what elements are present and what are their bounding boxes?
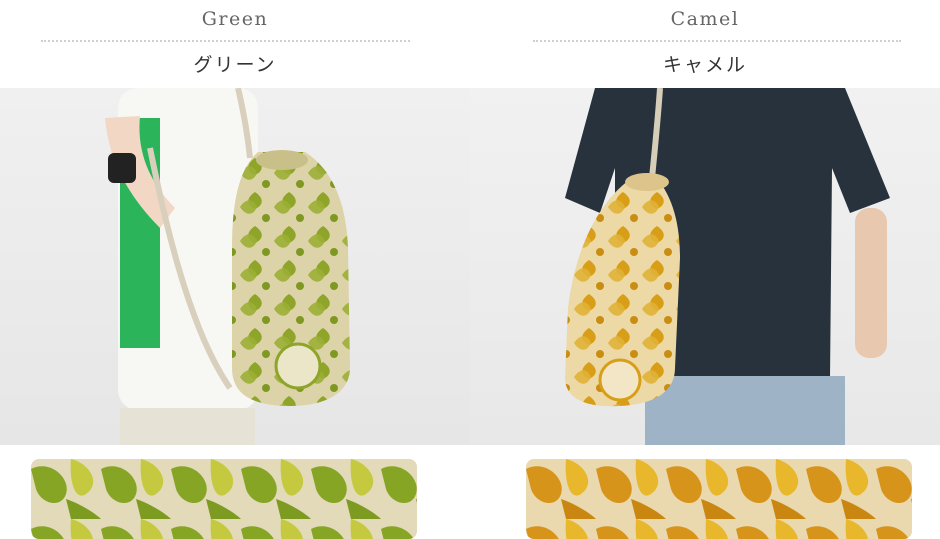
fabric-closeup-camel[interactable] [526, 459, 912, 539]
variant-green: Green グリーン [0, 0, 470, 539]
fabric-closeup-green[interactable] [31, 459, 417, 539]
dotted-divider [41, 40, 410, 42]
variant-name-en: Green [201, 8, 269, 30]
damask-pattern-camel [526, 459, 912, 539]
variant-camel: Camel キャメル [470, 0, 940, 539]
product-photo-green[interactable] [0, 88, 470, 445]
model-with-bag-illustration [565, 88, 890, 445]
variant-name-jp: グリーン [193, 54, 277, 76]
variant-name-en: Camel [670, 8, 740, 30]
product-photo-camel[interactable] [470, 88, 940, 445]
damask-pattern-green [31, 459, 417, 539]
model-with-bag-illustration [105, 88, 350, 445]
variant-name-jp: キャメル [662, 54, 747, 76]
dotted-divider [533, 40, 901, 42]
